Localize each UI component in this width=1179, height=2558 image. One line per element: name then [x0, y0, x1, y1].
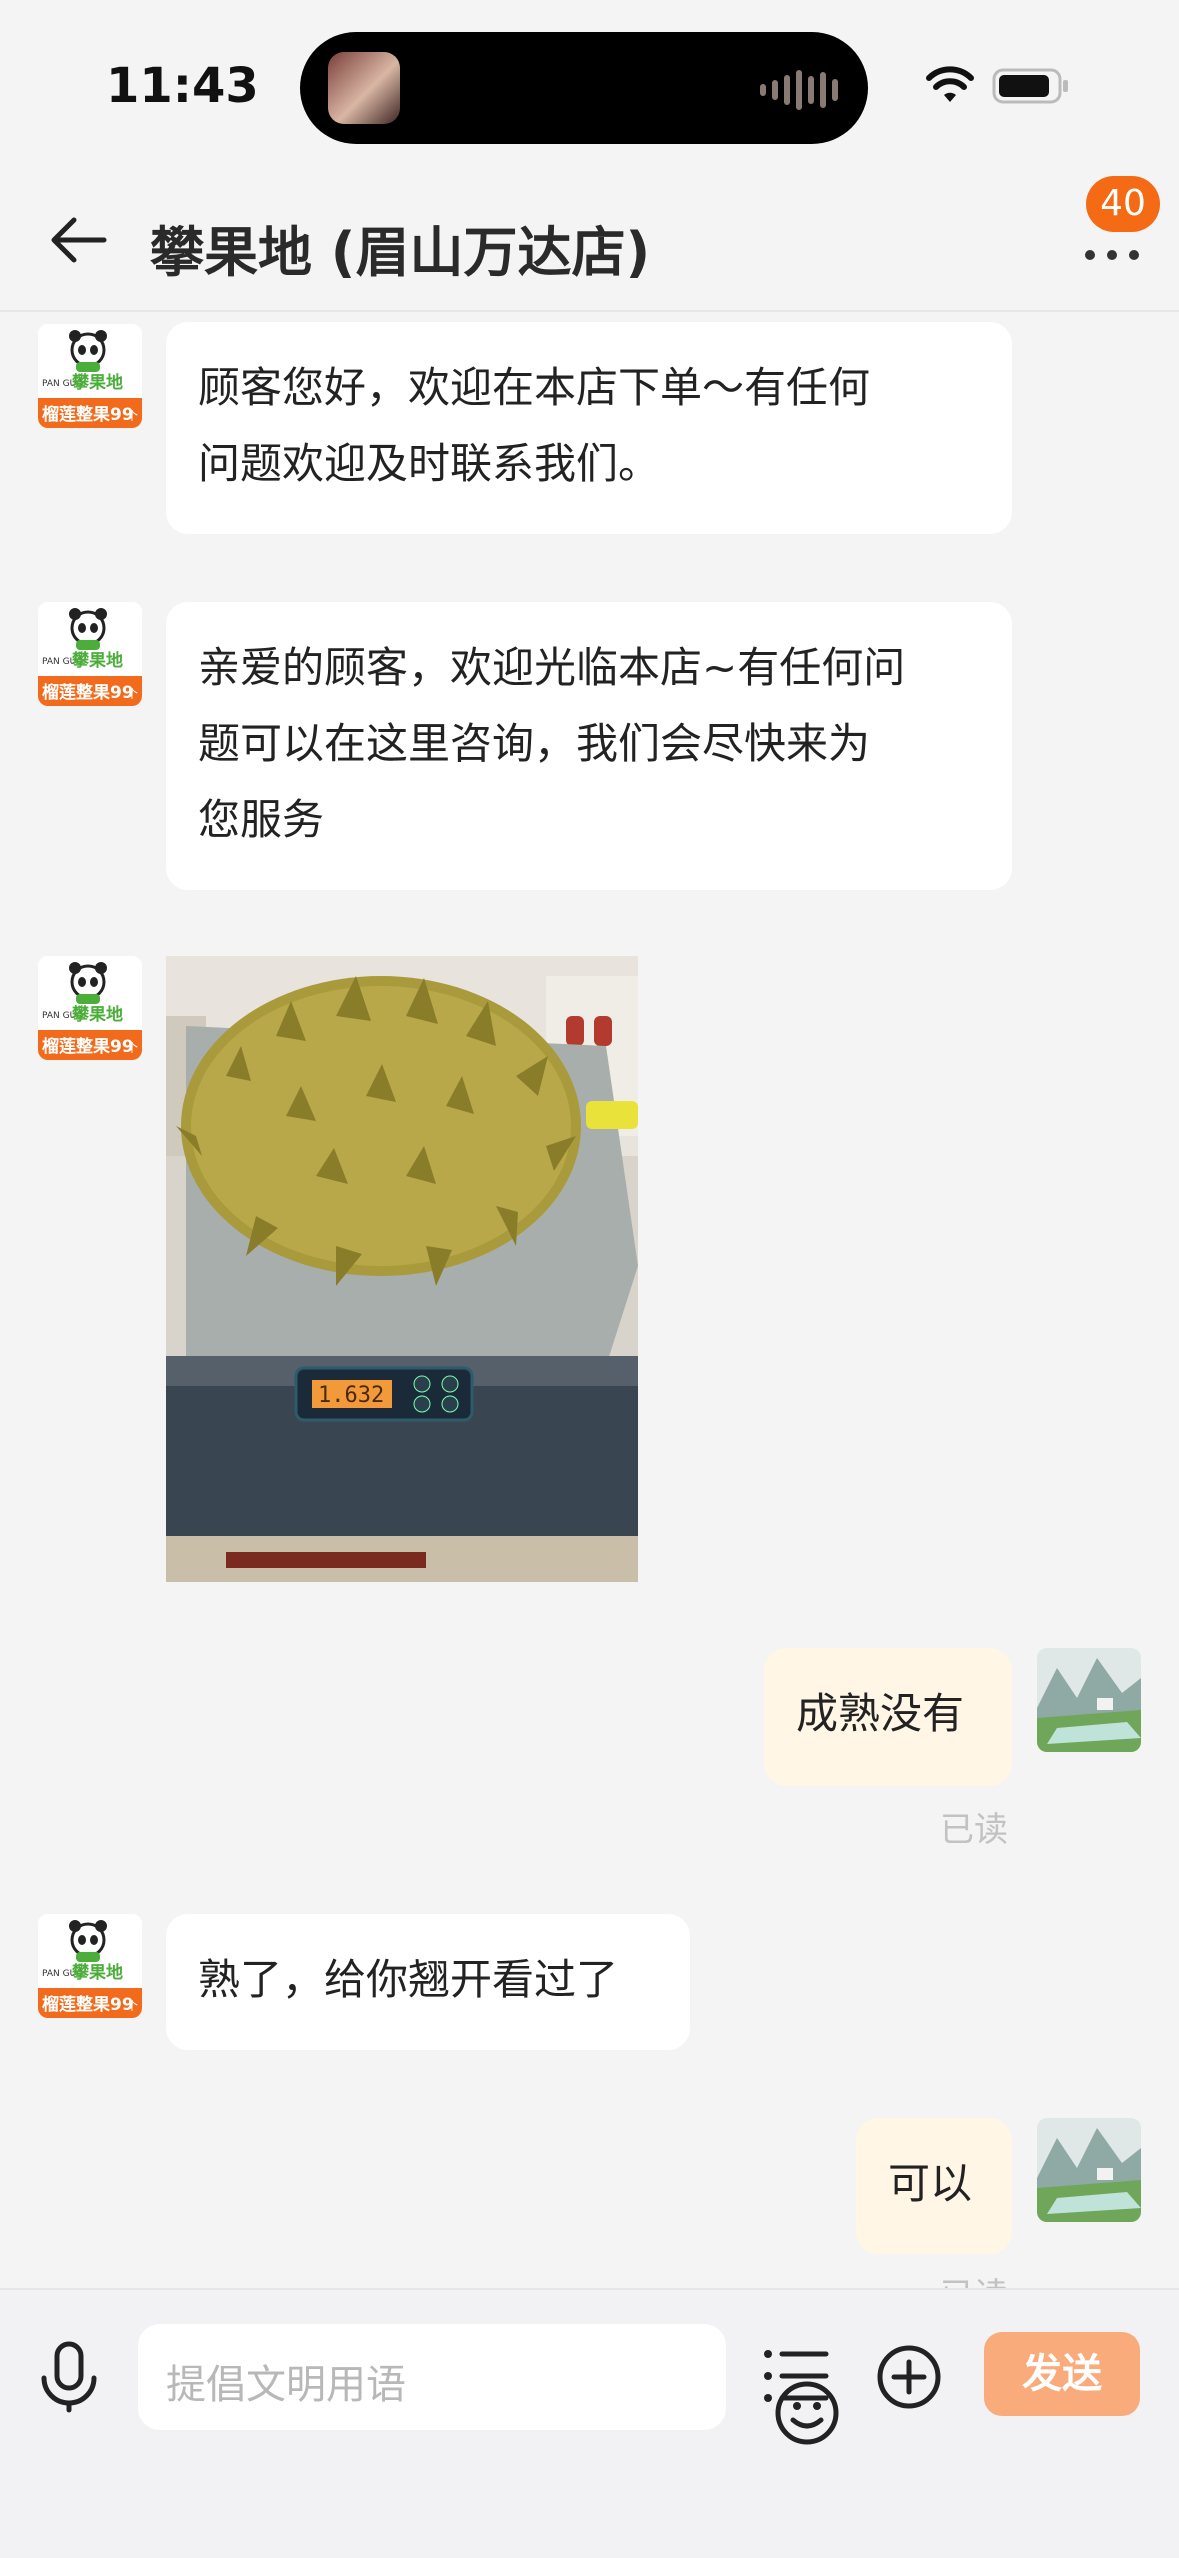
more-dots-icon[interactable] — [1080, 240, 1144, 270]
message-input[interactable]: 提倡文明用语 — [138, 2324, 839, 2445]
message-text: 题可以在这里咨询，我们会尽快来为 — [198, 719, 871, 768]
unread-badge: 40 — [1086, 176, 1160, 232]
arrow-left-icon[interactable] — [46, 214, 110, 266]
page-title: 攀果地 (眉山万达店) — [150, 221, 651, 284]
shop-avatar[interactable]: PAN GUO 攀果地 榴莲整果99 个 — [38, 602, 142, 706]
brand-promo: 榴莲整果99 — [42, 1994, 134, 2015]
status-time: 11:43 — [106, 58, 259, 114]
message-image-durian[interactable]: 1.632 — [166, 956, 638, 1582]
brand-name: 攀果地 — [71, 1962, 123, 1983]
input-bar: 提倡文明用语 发送 — [0, 2288, 1179, 2558]
message-input-placeholder: 提倡文明用语 — [166, 2362, 406, 2408]
brand-name: 攀果地 — [71, 1004, 123, 1025]
scale-reading: 1.632 — [318, 1383, 384, 1408]
audio-wave-icon — [760, 68, 838, 112]
user-avatar[interactable] — [1037, 2118, 1141, 2222]
message-bubble-outgoing[interactable]: 可以 — [856, 2118, 1012, 2254]
dynamic-island[interactable] — [300, 32, 868, 144]
user-avatar[interactable] — [1037, 1648, 1141, 1752]
brand-promo-unit: 个 — [126, 409, 138, 423]
message-text: 您服务 — [198, 795, 325, 844]
message-text: 成熟没有 — [796, 1689, 965, 1738]
read-status: 已读 — [940, 2268, 1008, 2288]
read-status: 已读 — [940, 1810, 1008, 1850]
send-button[interactable]: 发送 — [984, 2332, 1140, 2416]
plus-icon[interactable] — [876, 2344, 942, 2410]
status-bar: 11:43 — [0, 0, 1179, 170]
message-bubble[interactable]: 熟了，给你翘开看过了 — [166, 1914, 690, 2050]
battery-icon — [992, 68, 1068, 104]
microphone-icon[interactable] — [36, 2340, 102, 2414]
wifi-icon — [926, 66, 974, 102]
message-bubble[interactable]: 亲爱的顾客，欢迎光临本店~有任何问 题可以在这里咨询，我们会尽快来为 您服务 — [166, 602, 1012, 890]
message-list[interactable]: PAN GUO 攀果地 榴莲整果99 个 顾客您好，欢迎在本店下单～有任何 问题… — [0, 312, 1179, 2288]
message-text: 熟了，给你翘开看过了 — [198, 1955, 619, 2004]
message-bubble-outgoing[interactable]: 成熟没有 — [764, 1648, 1012, 1786]
chat-header: 攀果地 (眉山万达店) 40 — [0, 170, 1179, 312]
brand-promo: 榴莲整果99 — [42, 1036, 134, 1057]
list-icon[interactable] — [762, 2346, 830, 2406]
brand-name: 攀果地 — [71, 650, 123, 671]
shop-avatar[interactable]: PAN GUO 攀果地 榴莲整果99 个 — [38, 1914, 142, 2018]
brand-promo-unit: 个 — [126, 687, 138, 701]
message-text: 亲爱的顾客，欢迎光临本店~有任何问 — [198, 643, 906, 692]
message-text: 顾客您好，欢迎在本店下单～有任何 — [198, 363, 871, 412]
shop-avatar[interactable]: PAN GUO 攀果地 榴莲整果99 个 — [38, 956, 142, 1060]
brand-promo: 榴莲整果99 — [42, 404, 134, 425]
brand-name: 攀果地 — [71, 372, 123, 393]
brand-promo: 榴莲整果99 — [42, 682, 134, 703]
brand-promo-unit: 个 — [126, 1041, 138, 1055]
message-text: 可以 — [888, 2159, 973, 2208]
message-text: 问题欢迎及时联系我们。 — [198, 439, 661, 488]
message-bubble[interactable]: 顾客您好，欢迎在本店下单～有任何 问题欢迎及时联系我们。 — [166, 322, 1012, 534]
brand-promo-unit: 个 — [126, 1999, 138, 2013]
shop-avatar[interactable]: PAN GUO 攀果地 榴莲整果99 个 — [38, 324, 142, 428]
now-playing-thumbnail — [328, 52, 400, 124]
